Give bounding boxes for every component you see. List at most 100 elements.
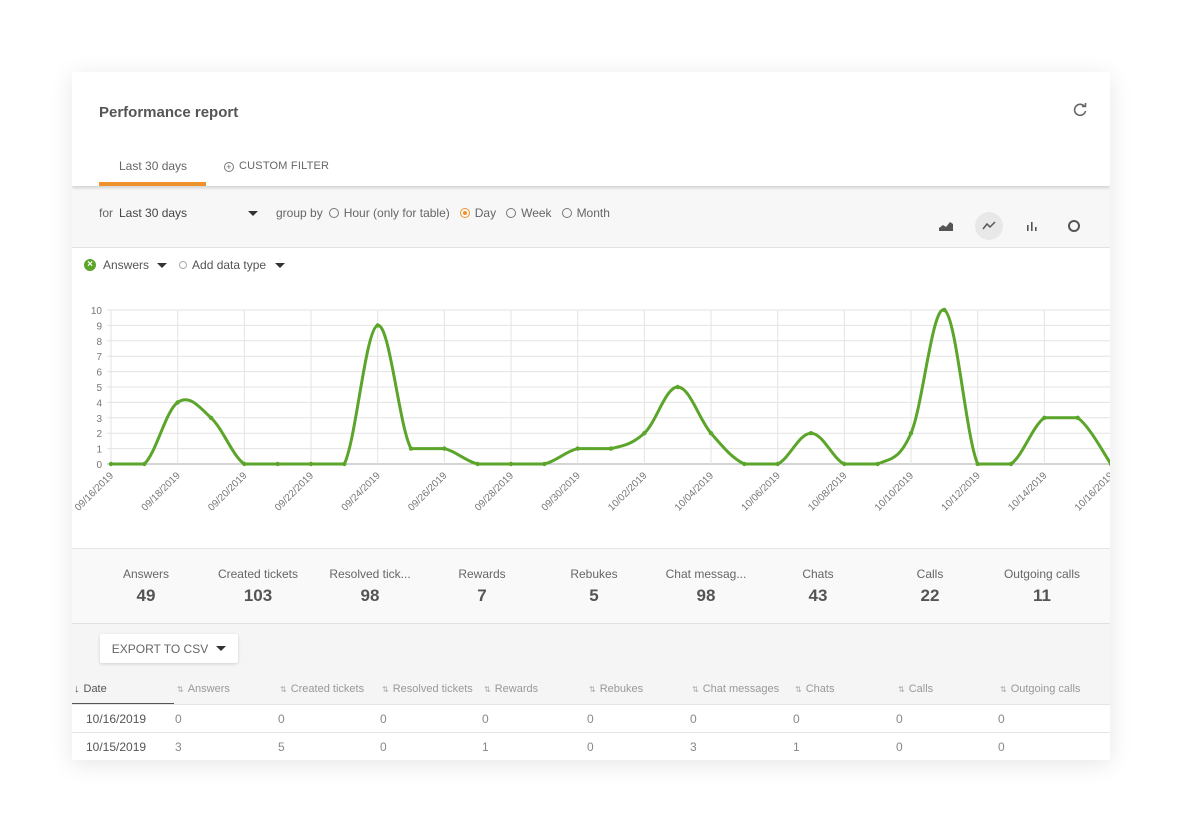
sort-icon: ⇅ bbox=[177, 685, 184, 694]
radio-week[interactable]: Week bbox=[506, 206, 552, 220]
line-chart-button[interactable] bbox=[975, 212, 1003, 240]
radio-icon bbox=[179, 261, 188, 269]
x-tick-label: 10/06/2019 bbox=[740, 470, 783, 513]
column-header-resolved-tickets[interactable]: ⇅ Resolved tickets bbox=[382, 683, 473, 695]
data-type-selector: × Answers Add data type bbox=[84, 258, 286, 272]
data-type-answers[interactable]: Answers bbox=[103, 258, 149, 272]
table-row: 10/16/2019 0 0 0 0 0 0 0 0 0 bbox=[72, 704, 1110, 732]
radio-label: Day bbox=[474, 206, 497, 220]
x-tick-label: 09/16/2019 bbox=[73, 470, 116, 513]
data-point bbox=[1008, 461, 1014, 467]
x-tick-label: 09/18/2019 bbox=[140, 470, 183, 513]
add-data-type[interactable]: Add data type bbox=[192, 258, 266, 272]
data-point bbox=[275, 461, 280, 467]
summary-stat: Rebukes 5 bbox=[539, 567, 649, 606]
period-select[interactable]: Last 30 days bbox=[119, 206, 259, 220]
sort-icon: ⇅ bbox=[484, 685, 491, 694]
data-point bbox=[575, 446, 580, 451]
stat-value: 11 bbox=[1033, 586, 1051, 605]
stat-label: Rebukes bbox=[570, 567, 618, 581]
bar-chart-button[interactable] bbox=[1018, 212, 1046, 240]
column-label: Date bbox=[83, 683, 107, 695]
table-cell: 3 bbox=[175, 740, 182, 754]
data-point bbox=[308, 461, 314, 467]
column-header-chats[interactable]: ⇅ Chats bbox=[795, 683, 834, 695]
radio-month[interactable]: Month bbox=[561, 206, 610, 220]
tab-last-30-days[interactable]: Last 30 days bbox=[119, 159, 187, 173]
column-header-outgoing-calls[interactable]: ⇅ Outgoing calls bbox=[1000, 683, 1080, 695]
y-tick-label: 9 bbox=[96, 321, 102, 332]
column-header-rebukes[interactable]: ⇅ Rebukes bbox=[589, 683, 643, 695]
table-cell: 3 bbox=[690, 740, 697, 754]
summary-stat: Answers 49 bbox=[91, 567, 201, 606]
table-header: ↓ Date ⇅ Answers ⇅ Created tickets ⇅ Resolved t… bbox=[72, 675, 1110, 704]
data-point bbox=[775, 461, 780, 467]
group-by-label: group by bbox=[276, 206, 323, 220]
x-tick-label: 09/26/2019 bbox=[406, 470, 449, 513]
table-cell: 0 bbox=[896, 740, 903, 754]
tab-label: Last 30 days bbox=[119, 159, 188, 173]
area-chart-icon bbox=[939, 222, 953, 231]
x-tick-label: 09/20/2019 bbox=[206, 470, 249, 513]
radio-day[interactable]: Day bbox=[459, 206, 497, 220]
for-label: for bbox=[99, 206, 114, 220]
refresh-icon[interactable] bbox=[1072, 102, 1088, 118]
radio-label: Month bbox=[576, 206, 610, 220]
chevron-down-icon[interactable] bbox=[248, 211, 258, 216]
y-tick-label: 4 bbox=[96, 398, 102, 409]
column-header-chat-messages[interactable]: ⇅ Chat messages bbox=[692, 683, 779, 695]
data-point bbox=[208, 415, 214, 420]
table-cell: 0 bbox=[380, 740, 387, 754]
data-point bbox=[408, 446, 414, 451]
stat-value: 5 bbox=[589, 586, 599, 605]
stat-label: Outgoing calls bbox=[1003, 567, 1081, 581]
stat-label: Rewards bbox=[458, 567, 506, 581]
x-tick-label: 09/28/2019 bbox=[473, 470, 516, 513]
data-point bbox=[475, 461, 480, 467]
column-header-calls[interactable]: ⇅ Calls bbox=[898, 683, 933, 695]
sort-icon: ⇅ bbox=[1000, 685, 1007, 694]
stat-label: Created tickets bbox=[217, 567, 299, 581]
stat-label: Chats bbox=[802, 567, 834, 581]
y-tick-label: 3 bbox=[96, 414, 102, 425]
radio-hour[interactable]: Hour (only for table) bbox=[328, 206, 450, 220]
data-point bbox=[442, 446, 447, 451]
summary-stat: Resolved tick... 98 bbox=[315, 567, 425, 606]
close-circle-icon[interactable]: × bbox=[84, 259, 96, 271]
summary-stat: Chats 43 bbox=[763, 567, 873, 606]
chevron-down-icon[interactable] bbox=[157, 262, 168, 268]
donut-chart-button[interactable] bbox=[1060, 212, 1088, 240]
stat-value: 98 bbox=[360, 586, 380, 605]
table-cell: 0 bbox=[587, 740, 594, 754]
chevron-down-icon[interactable] bbox=[275, 262, 286, 268]
column-header-rewards[interactable]: ⇅ Rewards bbox=[484, 683, 538, 695]
stat-value: 49 bbox=[136, 586, 156, 605]
stat-value: 7 bbox=[477, 586, 487, 605]
data-point bbox=[675, 384, 680, 390]
donut-chart-icon bbox=[1068, 220, 1080, 232]
column-label: Rebukes bbox=[599, 683, 644, 695]
data-point bbox=[642, 431, 647, 436]
data-point bbox=[608, 446, 614, 451]
export-csv-button[interactable]: EXPORT TO CSV bbox=[100, 634, 238, 663]
area-chart-button[interactable] bbox=[932, 212, 960, 240]
sort-icon: ⇅ bbox=[795, 685, 802, 694]
stat-label: Chat messag... bbox=[665, 567, 747, 581]
data-table-section: EXPORT TO CSV ↓ Date ⇅ Answers ⇅ Created tick… bbox=[72, 624, 1110, 760]
y-tick-label: 7 bbox=[96, 352, 102, 363]
summary-stat: Calls 22 bbox=[875, 567, 985, 606]
radio-selected-icon bbox=[459, 208, 470, 218]
column-header-date[interactable]: ↓ Date bbox=[74, 683, 107, 695]
table-cell: 0 bbox=[587, 712, 594, 726]
data-point bbox=[842, 461, 847, 467]
sort-icon: ⇅ bbox=[692, 685, 699, 694]
data-point bbox=[142, 461, 147, 467]
report-header: Performance report Last 30 days + CUSTOM … bbox=[72, 72, 1110, 186]
data-point bbox=[542, 461, 547, 467]
y-tick-label: 8 bbox=[96, 337, 102, 348]
tab-custom-filter[interactable]: + CUSTOM FILTER bbox=[224, 160, 329, 172]
column-label: Chats bbox=[805, 683, 835, 695]
data-point bbox=[708, 431, 714, 436]
column-header-answers[interactable]: ⇅ Answers bbox=[177, 683, 230, 695]
column-header-created-tickets[interactable]: ⇅ Created tickets bbox=[280, 683, 364, 695]
